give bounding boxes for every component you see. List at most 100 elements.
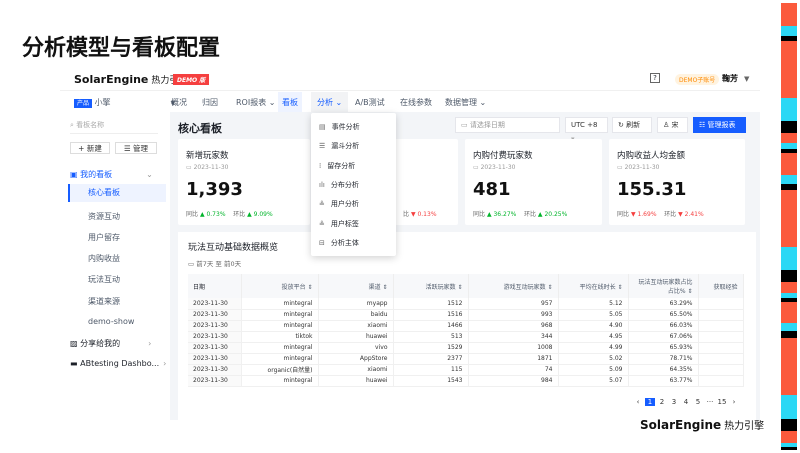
page-button[interactable]: 1 [645,398,655,406]
menu-item-event[interactable]: ▤事件分析 [319,122,360,132]
card-date: ▭ 2023-11-30 [473,164,515,171]
sidebar-item-channel[interactable]: 渠道来源 [88,296,120,307]
help-icon[interactable]: ? [650,73,660,83]
shared-group[interactable]: ▨ 分享给我的› [70,338,151,349]
table-cell: 1543 [393,375,468,386]
sidebar-item-resource[interactable]: 资源互动 [88,211,120,222]
decorative-stripe [781,3,797,450]
card-compare: 同比 ▲ 36.27% 环比 ▲ 20.25% [473,209,567,218]
page-button[interactable]: 15 [717,398,727,406]
date-picker[interactable]: ▭ 请选择日期 [455,117,560,133]
menu-item-user[interactable]: ≗用户分析 [319,199,359,209]
search-placeholder: 看板名称 [76,121,104,129]
table-cell: 63.77% [628,375,698,386]
sidebar-item-revenue[interactable]: 内购收益 [88,253,120,264]
user-filter-button[interactable]: ♙ 宋 [657,117,688,133]
column-header[interactable]: 渠道 ⇕ [318,274,393,298]
date-placeholder: 请选择日期 [470,121,505,129]
table-cell: 4.99 [558,342,628,353]
refresh-icon: ↻ [618,121,626,129]
menu-item-distribution[interactable]: ılı分布分析 [319,180,359,190]
nav-dashboard[interactable]: 看板 [278,92,302,114]
column-header[interactable]: 投放平台 ⇕ [241,274,318,298]
menu-item-funnel[interactable]: ☰漏斗分析 [319,141,359,151]
table-row: 2023-11-30tiktokhuawei5133444.9567.06% [188,331,743,342]
table-section: 玩法互动基础数据概览 ▭ 前7天 至 前0天 日期投放平台 ⇕渠道 ⇕活跃玩家数… [178,232,756,420]
table-cell [698,309,743,320]
menu-item-subject[interactable]: ⊟分析主体 [319,238,359,248]
table-cell: 5.02 [558,353,628,364]
table-cell [698,298,743,309]
nav-analysis[interactable]: 分析 ⌄ [311,92,348,113]
my-boards-group[interactable]: ▣ 我的看板⌄ [70,169,153,180]
table-cell: 5.09 [558,364,628,375]
new-board-button[interactable]: + 新建 [70,142,110,154]
page-button[interactable]: 2 [657,398,667,406]
chevron-down-icon: ▼ [744,75,749,83]
nav-roi[interactable]: ROI报表 ⌄ [236,97,275,108]
timezone-select[interactable]: UTC +8 ▾ [565,117,608,133]
column-header[interactable]: 平均在线时长 ⇕ [558,274,628,298]
user-menu[interactable]: 鞠芳▼ [722,73,749,84]
user-filter-label: 宋 [672,121,679,129]
table-cell: myapp [318,298,393,309]
table-row: 2023-11-30mintegralvivo152910084.9965.93… [188,342,743,353]
sidebar-item-demo-show[interactable]: demo-show [88,317,134,326]
menu-item-retention[interactable]: ⁞留存分析 [319,161,355,171]
manage-report-button[interactable]: ☷ 管理报表 [693,117,746,133]
table-cell: mintegral [241,309,318,320]
nav-attribution[interactable]: 归因 [202,97,218,108]
sidebar-item-retention[interactable]: 用户留存 [88,232,120,243]
user-tag-icon: ≗ [319,220,325,228]
mom-label: 环比 [664,211,676,218]
product-selector[interactable]: 产品 小擎▼ [74,97,175,108]
mom-label: 环比 [233,211,245,218]
refresh-button[interactable]: ↻ 刷新 [612,117,652,133]
timezone-value: UTC +8 [571,121,597,129]
manage-boards-button[interactable]: ☰ 管理 [115,142,157,154]
column-header[interactable]: 玩法互动玩家数占比 占比% ⇕ [628,274,698,298]
column-header[interactable]: 活跃玩家数 ⇕ [393,274,468,298]
board-search-input[interactable]: ⌕ 看板名称 [70,120,158,134]
app-logo: SolarEngine热力引擎 [74,73,187,86]
card-compare: 比 ▼ 0.13% [403,209,437,218]
next-page-button[interactable]: › [729,398,739,406]
menu-item-label: 用户分析 [331,200,359,208]
column-header[interactable]: 获取经验 [698,274,743,298]
page-button[interactable]: ··· [705,398,715,406]
page-title: 核心看板 [178,120,222,136]
table-cell [698,364,743,375]
table-cell: vivo [318,342,393,353]
nav-ab-test[interactable]: A/B测试 [355,97,385,108]
mom-value: ▼ 2.41% [678,211,704,218]
column-header[interactable]: 日期 [188,274,241,298]
menu-item-user-tag[interactable]: ≗用户标签 [319,219,359,229]
table-cell: tiktok [241,331,318,342]
card-compare: 同比 ▲ 0.73% 环比 ▲ 9.09% [186,209,273,218]
page-button[interactable]: 3 [669,398,679,406]
page-button[interactable]: 4 [681,398,691,406]
page-button[interactable]: 5 [693,398,703,406]
card-date: ▭ 2023-11-30 [186,164,228,171]
footer-logo-text: SolarEngine [640,418,721,432]
table-cell: mintegral [241,342,318,353]
table-cell: organic(自然量) [241,364,318,375]
sidebar-item-gameplay[interactable]: 玩法互动 [88,274,120,285]
nav-overview[interactable]: 概况 [171,97,187,108]
table-cell: 66.03% [628,320,698,331]
prev-page-button[interactable]: ‹ [633,398,643,406]
mom-value: ▲ 20.25% [538,211,567,218]
table-cell: 1008 [468,342,558,353]
nav-online-params[interactable]: 在线参数 [400,97,432,108]
column-header[interactable]: 游戏互动玩家数 ⇕ [468,274,558,298]
funnel-icon: ☰ [319,142,325,150]
pagination: ‹12345···15› [633,398,741,406]
sidebar-item-core[interactable]: 核心看板 [68,184,166,202]
table-cell: 78.71% [628,353,698,364]
section-title: 玩法互动基础数据概览 [188,240,278,253]
date-range[interactable]: ▭ 前7天 至 前0天 [188,258,241,268]
nav-data-management[interactable]: 数据管理 ⌄ [445,97,486,108]
card-date-value: 2023-11-30 [625,164,660,171]
abtesting-group[interactable]: ▬ ABtesting Dashbo...› [70,359,166,368]
table-cell [698,331,743,342]
